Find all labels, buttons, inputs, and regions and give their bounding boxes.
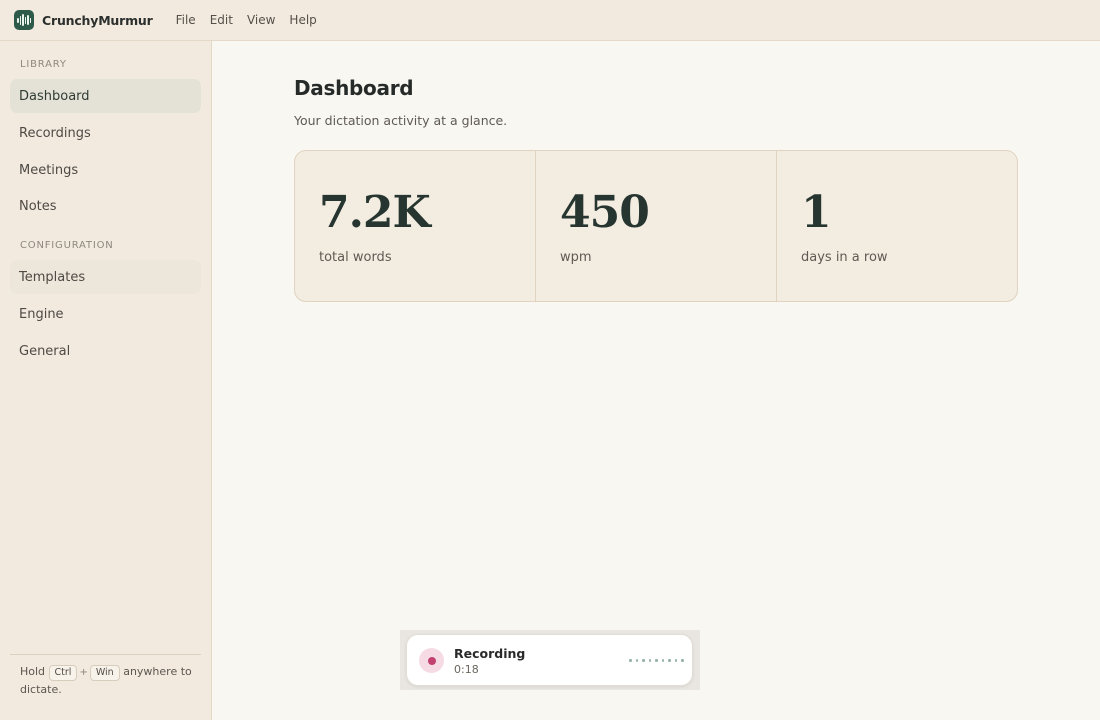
stat-wpm: 450 wpm [536,151,777,301]
recording-indicator[interactable]: Recording 0:18 [406,634,693,686]
sidebar-divider [10,654,201,655]
sidebar-item-engine[interactable]: Engine [10,297,201,331]
dictation-hint: Hold Ctrl + Win anywhere to dictate. [20,663,200,698]
sidebar-item-meetings[interactable]: Meetings [10,153,201,187]
menu-help[interactable]: Help [282,13,323,27]
hint-prefix: Hold [20,665,46,678]
sidebar-item-notes[interactable]: Notes [10,189,201,223]
stat-label: days in a row [801,250,888,265]
plus-sign: + [79,667,88,678]
menu-edit[interactable]: Edit [203,13,240,27]
menu-bar: File Edit View Help [169,13,324,27]
record-dot-icon [419,648,444,673]
app-name: CrunchyMurmur [42,12,153,28]
menu-view[interactable]: View [240,13,282,27]
audio-level-waveform-icon [629,659,684,662]
stat-total-words: 7.2K total words [295,151,536,301]
page-title: Dashboard [294,76,414,100]
stat-label: wpm [560,250,592,265]
recording-elapsed-time: 0:18 [454,663,479,676]
configuration-section-label: CONFIGURATION [20,240,114,251]
ctrl-key: Ctrl [48,665,78,681]
recording-title: Recording [454,646,526,661]
sidebar: LIBRARY Dashboard Recordings Meetings No… [0,41,212,720]
stat-streak: 1 days in a row [777,151,1017,301]
waveform-logo-icon [14,10,34,30]
stat-value: 1 [801,187,832,238]
stat-label: total words [319,250,392,265]
page-subtitle: Your dictation activity at a glance. [294,113,508,128]
sidebar-item-general[interactable]: General [10,334,201,368]
library-section-label: LIBRARY [20,59,67,70]
sidebar-item-templates[interactable]: Templates [10,260,201,294]
sidebar-item-dashboard[interactable]: Dashboard [10,79,201,113]
title-bar: CrunchyMurmur File Edit View Help [0,0,1100,41]
win-key: Win [89,665,120,681]
menu-file[interactable]: File [169,13,203,27]
sidebar-item-recordings[interactable]: Recordings [10,116,201,150]
stat-value: 7.2K [319,187,431,238]
stat-value: 450 [560,187,650,238]
stats-card: 7.2K total words 450 wpm 1 days in a row [294,150,1018,302]
